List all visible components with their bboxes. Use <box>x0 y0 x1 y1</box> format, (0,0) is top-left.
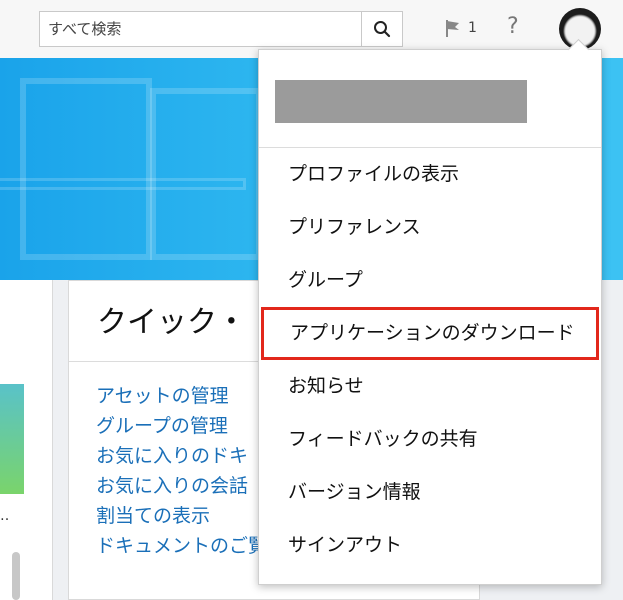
search-icon <box>374 21 391 38</box>
menu-item-notices[interactable]: お知らせ <box>259 360 601 413</box>
menu-item-view-profile[interactable]: プロファイルの表示 <box>259 148 601 201</box>
search-button[interactable] <box>361 12 402 46</box>
menu-item-groups[interactable]: グループ <box>259 254 601 307</box>
banner-decoration <box>20 78 152 260</box>
menu-item-share-feedback[interactable]: フィードバックの共有 <box>259 413 601 466</box>
menu-item-version-info[interactable]: バージョン情報 <box>259 466 601 519</box>
scrollbar[interactable] <box>12 552 20 600</box>
card-thumbnail <box>0 384 24 494</box>
user-menu: プロファイルの表示 プリファレンス グループ アプリケーションのダウンロード お… <box>258 38 602 585</box>
card-title: クイック・ <box>97 305 247 340</box>
notification-count: 1 <box>468 20 477 36</box>
menu-item-preferences[interactable]: プリファレンス <box>259 201 601 254</box>
banner-decoration <box>150 88 262 260</box>
card-ellipsis: ‥ <box>0 508 10 524</box>
redacted-user-name <box>275 80 527 123</box>
menu-item-sign-out[interactable]: サインアウト <box>259 519 601 572</box>
search-input[interactable] <box>40 12 380 46</box>
menu-item-download-apps[interactable]: アプリケーションのダウンロード <box>261 307 599 360</box>
flag-icon <box>446 20 459 37</box>
global-search <box>39 11 403 47</box>
left-card: ‥ <box>0 280 53 600</box>
notifications-button[interactable]: 1 <box>444 18 477 38</box>
user-menu-list: プロファイルの表示 プリファレンス グループ アプリケーションのダウンロード お… <box>259 148 601 572</box>
banner-decoration <box>0 178 246 190</box>
help-button[interactable]: ? <box>507 14 519 39</box>
